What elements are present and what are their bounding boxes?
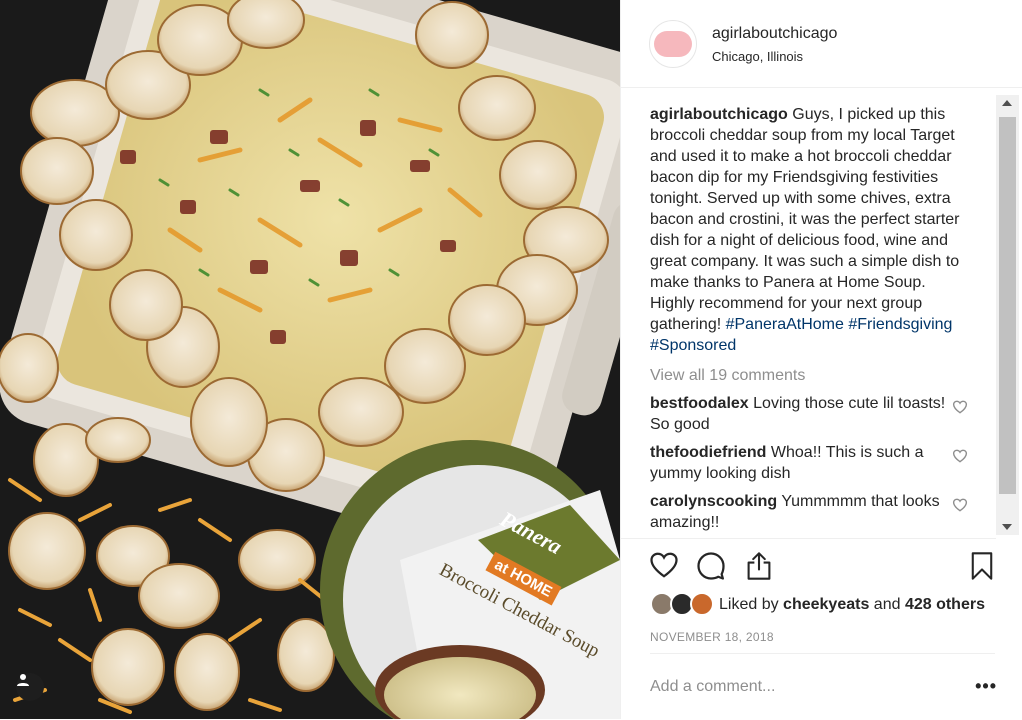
likes-middle: and <box>869 596 905 613</box>
hashtag-link[interactable]: #Friendsgiving <box>848 316 952 333</box>
caption: agirlaboutchicago Guys, I picked up this… <box>650 104 966 356</box>
hashtag-link[interactable]: #Sponsored <box>650 337 736 354</box>
comment-username[interactable]: carolynscooking <box>650 493 777 510</box>
heart-icon[interactable] <box>952 449 968 463</box>
share-icon[interactable] <box>745 551 773 581</box>
post-details-panel: agirlaboutchicago Chicago, Illinois agir… <box>620 0 1022 719</box>
likes-row: Liked by cheekyeats and 428 others <box>650 592 1000 618</box>
comment-username[interactable]: bestfoodalex <box>650 395 749 412</box>
scroll-down-arrow-icon[interactable] <box>1002 524 1012 530</box>
post-location[interactable]: Chicago, Illinois <box>712 49 803 64</box>
comments-scrollbar[interactable] <box>996 95 1019 535</box>
comment-username[interactable]: thefoodiefriend <box>650 444 766 461</box>
comment-item: thefoodiefriend Whoa!! This is such a yu… <box>650 442 968 484</box>
avatar-logo <box>654 31 692 57</box>
caption-text: Guys, I picked up this broccoli cheddar … <box>650 106 960 333</box>
scroll-up-arrow-icon[interactable] <box>1002 100 1012 106</box>
post-header: agirlaboutchicago Chicago, Illinois <box>621 0 1022 88</box>
scrollbar-thumb[interactable] <box>999 117 1016 494</box>
hashtag-link[interactable]: #PaneraAtHome <box>726 316 844 333</box>
more-options-button[interactable]: ••• <box>975 676 997 697</box>
post-date[interactable]: NOVEMBER 18, 2018 <box>650 630 774 644</box>
liker-avatar[interactable] <box>690 592 714 616</box>
heart-icon[interactable] <box>649 551 679 579</box>
comments-list: agirlaboutchicago Guys, I picked up this… <box>650 104 968 533</box>
comment-bubble-icon[interactable] <box>696 551 726 581</box>
post-username[interactable]: agirlaboutchicago <box>712 25 837 43</box>
view-all-comments-link[interactable]: View all 19 comments <box>650 365 966 386</box>
post-photo[interactable]: Panera at HOME Broccoli Cheddar Soup <box>0 0 620 719</box>
caption-username[interactable]: agirlaboutchicago <box>650 106 788 123</box>
person-icon <box>17 674 29 686</box>
add-comment-section: Add a comment... ••• <box>650 653 997 720</box>
heart-icon[interactable] <box>952 400 968 414</box>
likes-text: Liked by cheekyeats and 428 others <box>719 596 985 614</box>
avatar[interactable] <box>649 20 697 68</box>
likes-count[interactable]: 428 others <box>905 596 985 613</box>
action-bar <box>621 538 996 589</box>
add-comment-input[interactable]: Add a comment... <box>650 678 775 696</box>
bookmark-icon[interactable] <box>970 551 994 581</box>
likes-prefix: Liked by <box>719 596 784 613</box>
likes-user[interactable]: cheekyeats <box>783 596 869 613</box>
heart-icon[interactable] <box>952 498 968 512</box>
comment-item: bestfoodalex Loving those cute lil toast… <box>650 393 968 435</box>
tagged-users-button[interactable] <box>16 673 44 701</box>
comment-item: carolynscooking Yummmmm that looks amazi… <box>650 491 968 533</box>
